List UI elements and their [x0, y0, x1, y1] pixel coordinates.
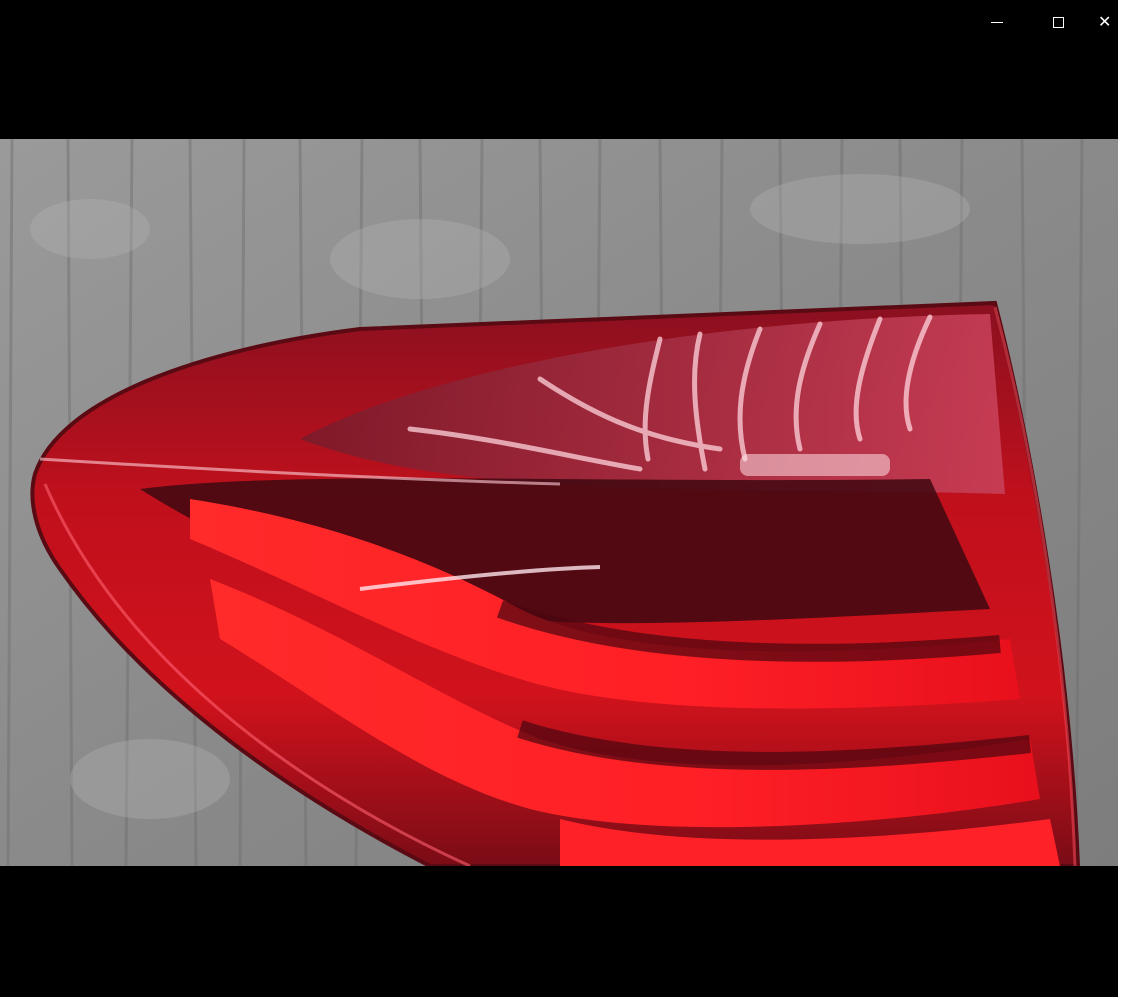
tail-light-image — [0, 139, 1118, 866]
maximize-button[interactable] — [1038, 6, 1078, 38]
video-player-window: ✕ — [0, 0, 1118, 997]
letterbox-bottom — [0, 866, 1118, 997]
video-frame[interactable] — [0, 139, 1118, 866]
close-icon: ✕ — [1098, 12, 1112, 31]
close-button[interactable]: ✕ — [1098, 6, 1118, 38]
minimize-icon — [991, 21, 1003, 23]
minimize-button[interactable] — [977, 6, 1017, 38]
maximize-icon — [1052, 16, 1064, 28]
title-bar: ✕ — [0, 0, 1118, 44]
